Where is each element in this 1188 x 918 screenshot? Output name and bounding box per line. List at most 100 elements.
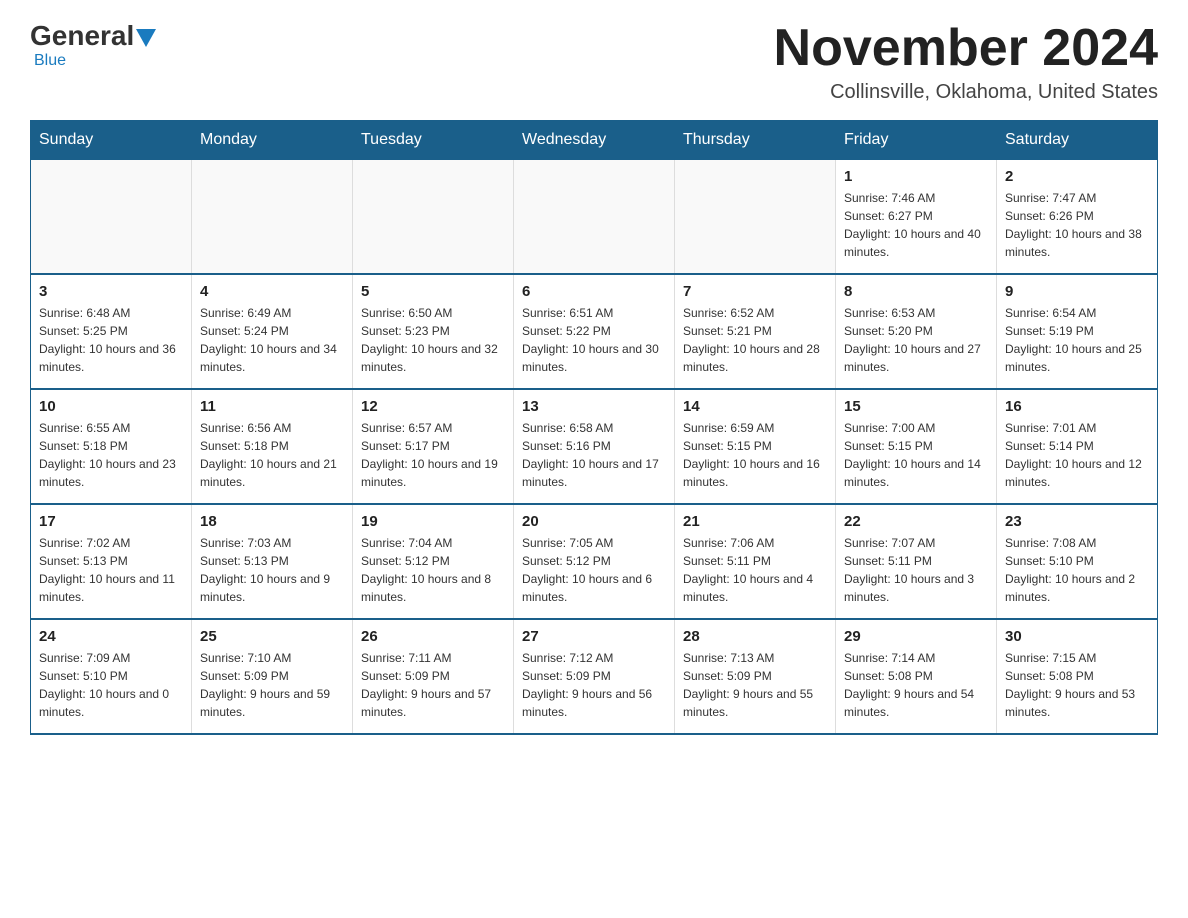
day-info: Sunrise: 7:03 AM Sunset: 5:13 PM Dayligh… xyxy=(200,534,344,606)
calendar-cell: 12 Sunrise: 6:57 AM Sunset: 5:17 PM Dayli… xyxy=(353,389,514,504)
calendar-cell: 9 Sunrise: 6:54 AM Sunset: 5:19 PM Daylig… xyxy=(997,274,1158,389)
day-info: Sunrise: 6:56 AM Sunset: 5:18 PM Dayligh… xyxy=(200,419,344,491)
day-number: 19 xyxy=(361,513,505,530)
calendar-week-1: 1Sunrise: 7:46 AM Sunset: 6:27 PM Daylig… xyxy=(31,160,1158,275)
calendar-cell xyxy=(31,160,192,275)
day-info: Sunrise: 7:11 AM Sunset: 5:09 PM Dayligh… xyxy=(361,649,505,721)
column-header-friday: Friday xyxy=(836,121,997,160)
title-block: November 2024 Collinsville, Oklahoma, Un… xyxy=(774,20,1158,104)
day-number: 15 xyxy=(844,398,988,415)
day-info: Sunrise: 6:53 AM Sunset: 5:20 PM Dayligh… xyxy=(844,304,988,376)
logo-triangle-icon xyxy=(136,29,156,47)
day-info: Sunrise: 6:54 AM Sunset: 5:19 PM Dayligh… xyxy=(1005,304,1149,376)
calendar-cell: 18Sunrise: 7:03 AM Sunset: 5:13 PM Dayli… xyxy=(192,504,353,619)
day-number: 17 xyxy=(39,513,183,530)
calendar-week-2: 3 Sunrise: 6:48 AM Sunset: 5:25 PM Daylig… xyxy=(31,274,1158,389)
day-info: Sunrise: 6:52 AM Sunset: 5:21 PM Dayligh… xyxy=(683,304,827,376)
day-number: 6 xyxy=(522,283,666,300)
calendar-cell: 23 Sunrise: 7:08 AM Sunset: 5:10 PM Dayli… xyxy=(997,504,1158,619)
day-number: 28 xyxy=(683,628,827,645)
calendar-cell: 20 Sunrise: 7:05 AM Sunset: 5:12 PM Dayli… xyxy=(514,504,675,619)
day-info: Sunrise: 7:12 AM Sunset: 5:09 PM Dayligh… xyxy=(522,649,666,721)
day-info: Sunrise: 7:05 AM Sunset: 5:12 PM Dayligh… xyxy=(522,534,666,606)
day-number: 24 xyxy=(39,628,183,645)
location-text: Collinsville, Oklahoma, United States xyxy=(774,81,1158,104)
day-number: 14 xyxy=(683,398,827,415)
calendar-week-5: 24 Sunrise: 7:09 AM Sunset: 5:10 PM Dayli… xyxy=(31,619,1158,734)
day-number: 7 xyxy=(683,283,827,300)
day-info: Sunrise: 6:57 AM Sunset: 5:17 PM Dayligh… xyxy=(361,419,505,491)
day-number: 20 xyxy=(522,513,666,530)
day-number: 29 xyxy=(844,628,988,645)
day-info: Sunrise: 7:08 AM Sunset: 5:10 PM Dayligh… xyxy=(1005,534,1149,606)
calendar-cell: 26Sunrise: 7:11 AM Sunset: 5:09 PM Dayli… xyxy=(353,619,514,734)
calendar-week-3: 10 Sunrise: 6:55 AM Sunset: 5:18 PM Dayli… xyxy=(31,389,1158,504)
day-info: Sunrise: 6:59 AM Sunset: 5:15 PM Dayligh… xyxy=(683,419,827,491)
calendar-cell: 15Sunrise: 7:00 AM Sunset: 5:15 PM Dayli… xyxy=(836,389,997,504)
day-info: Sunrise: 7:01 AM Sunset: 5:14 PM Dayligh… xyxy=(1005,419,1149,491)
day-info: Sunrise: 6:55 AM Sunset: 5:18 PM Dayligh… xyxy=(39,419,183,491)
day-number: 3 xyxy=(39,283,183,300)
calendar-cell: 30Sunrise: 7:15 AM Sunset: 5:08 PM Dayli… xyxy=(997,619,1158,734)
calendar-cell: 16 Sunrise: 7:01 AM Sunset: 5:14 PM Dayli… xyxy=(997,389,1158,504)
day-number: 16 xyxy=(1005,398,1149,415)
day-info: Sunrise: 7:07 AM Sunset: 5:11 PM Dayligh… xyxy=(844,534,988,606)
day-number: 5 xyxy=(361,283,505,300)
calendar-cell: 7 Sunrise: 6:52 AM Sunset: 5:21 PM Daylig… xyxy=(675,274,836,389)
day-info: Sunrise: 7:47 AM Sunset: 6:26 PM Dayligh… xyxy=(1005,189,1149,261)
logo-general-text: General xyxy=(30,20,134,52)
calendar-cell xyxy=(675,160,836,275)
day-info: Sunrise: 6:50 AM Sunset: 5:23 PM Dayligh… xyxy=(361,304,505,376)
day-info: Sunrise: 7:06 AM Sunset: 5:11 PM Dayligh… xyxy=(683,534,827,606)
day-number: 22 xyxy=(844,513,988,530)
day-number: 27 xyxy=(522,628,666,645)
calendar-cell xyxy=(192,160,353,275)
month-title: November 2024 xyxy=(774,20,1158,77)
calendar-cell: 1Sunrise: 7:46 AM Sunset: 6:27 PM Daylig… xyxy=(836,160,997,275)
logo: General Blue xyxy=(30,20,156,70)
day-number: 9 xyxy=(1005,283,1149,300)
column-header-tuesday: Tuesday xyxy=(353,121,514,160)
calendar-cell: 28 Sunrise: 7:13 AM Sunset: 5:09 PM Dayli… xyxy=(675,619,836,734)
calendar-cell: 10 Sunrise: 6:55 AM Sunset: 5:18 PM Dayli… xyxy=(31,389,192,504)
calendar-cell: 5 Sunrise: 6:50 AM Sunset: 5:23 PM Daylig… xyxy=(353,274,514,389)
calendar-cell xyxy=(514,160,675,275)
day-number: 8 xyxy=(844,283,988,300)
calendar-week-4: 17Sunrise: 7:02 AM Sunset: 5:13 PM Dayli… xyxy=(31,504,1158,619)
day-number: 4 xyxy=(200,283,344,300)
calendar-cell: 11 Sunrise: 6:56 AM Sunset: 5:18 PM Dayli… xyxy=(192,389,353,504)
day-info: Sunrise: 7:15 AM Sunset: 5:08 PM Dayligh… xyxy=(1005,649,1149,721)
column-header-thursday: Thursday xyxy=(675,121,836,160)
calendar-cell: 14 Sunrise: 6:59 AM Sunset: 5:15 PM Dayli… xyxy=(675,389,836,504)
column-header-saturday: Saturday xyxy=(997,121,1158,160)
day-info: Sunrise: 6:48 AM Sunset: 5:25 PM Dayligh… xyxy=(39,304,183,376)
day-info: Sunrise: 7:13 AM Sunset: 5:09 PM Dayligh… xyxy=(683,649,827,721)
day-number: 23 xyxy=(1005,513,1149,530)
logo-blue-text: Blue xyxy=(34,52,66,69)
calendar-cell: 19Sunrise: 7:04 AM Sunset: 5:12 PM Dayli… xyxy=(353,504,514,619)
calendar-cell: 6 Sunrise: 6:51 AM Sunset: 5:22 PM Daylig… xyxy=(514,274,675,389)
calendar-cell: 24 Sunrise: 7:09 AM Sunset: 5:10 PM Dayli… xyxy=(31,619,192,734)
day-info: Sunrise: 6:51 AM Sunset: 5:22 PM Dayligh… xyxy=(522,304,666,376)
column-header-monday: Monday xyxy=(192,121,353,160)
day-number: 12 xyxy=(361,398,505,415)
calendar-cell: 27 Sunrise: 7:12 AM Sunset: 5:09 PM Dayli… xyxy=(514,619,675,734)
day-number: 10 xyxy=(39,398,183,415)
calendar-cell: 17Sunrise: 7:02 AM Sunset: 5:13 PM Dayli… xyxy=(31,504,192,619)
calendar-cell: 4 Sunrise: 6:49 AM Sunset: 5:24 PM Daylig… xyxy=(192,274,353,389)
day-number: 21 xyxy=(683,513,827,530)
day-info: Sunrise: 7:10 AM Sunset: 5:09 PM Dayligh… xyxy=(200,649,344,721)
day-number: 2 xyxy=(1005,168,1149,185)
calendar-table: SundayMondayTuesdayWednesdayThursdayFrid… xyxy=(30,120,1158,735)
column-header-sunday: Sunday xyxy=(31,121,192,160)
day-info: Sunrise: 6:49 AM Sunset: 5:24 PM Dayligh… xyxy=(200,304,344,376)
day-info: Sunrise: 7:09 AM Sunset: 5:10 PM Dayligh… xyxy=(39,649,183,721)
day-info: Sunrise: 7:14 AM Sunset: 5:08 PM Dayligh… xyxy=(844,649,988,721)
calendar-cell: 29 Sunrise: 7:14 AM Sunset: 5:08 PM Dayli… xyxy=(836,619,997,734)
calendar-cell: 3 Sunrise: 6:48 AM Sunset: 5:25 PM Daylig… xyxy=(31,274,192,389)
day-number: 11 xyxy=(200,398,344,415)
day-number: 1 xyxy=(844,168,988,185)
calendar-cell: 2 Sunrise: 7:47 AM Sunset: 6:26 PM Daylig… xyxy=(997,160,1158,275)
day-number: 13 xyxy=(522,398,666,415)
calendar-cell: 25Sunrise: 7:10 AM Sunset: 5:09 PM Dayli… xyxy=(192,619,353,734)
